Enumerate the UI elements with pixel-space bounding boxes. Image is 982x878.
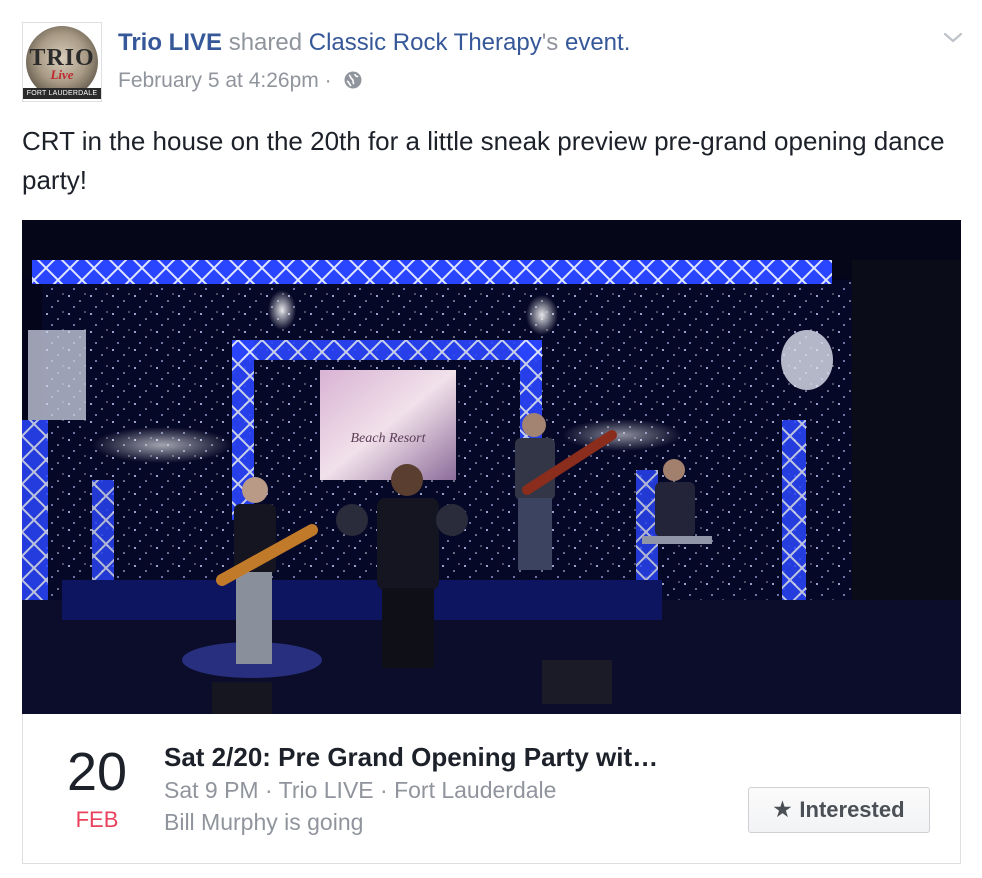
chevron-down-icon[interactable]	[940, 26, 966, 48]
globe-icon[interactable]	[343, 70, 363, 90]
event-date-day: 20	[66, 742, 128, 802]
page-avatar[interactable]: TRIO Live FORT LAUDERDALE	[22, 22, 102, 102]
author-link[interactable]: Trio LIVE	[118, 29, 222, 56]
post-text: CRT in the house on the 20th for a littl…	[22, 126, 945, 195]
event-details: Sat 9 PM · Trio LIVE · Fort Lauderdale	[164, 777, 557, 803]
shared-event-link[interactable]: event.	[565, 29, 630, 56]
post-header: Trio LIVE shared Classic Rock Therapy's …	[118, 28, 630, 58]
shared-page-link[interactable]: Classic Rock Therapy	[309, 29, 542, 56]
meta-separator: ·	[324, 69, 332, 92]
share-action-text: shared	[228, 29, 303, 56]
post-timestamp[interactable]: February 5 at 4:26pm	[118, 69, 319, 92]
event-cover-photo[interactable]: Beach Resort	[22, 220, 961, 714]
star-icon: ★	[773, 799, 792, 821]
event-going-text: Bill Murphy is going	[164, 809, 364, 835]
post-meta: February 5 at 4:26pm ·	[118, 67, 363, 95]
event-title-link[interactable]: Sat 2/20: Pre Grand Opening Party wit…	[164, 740, 658, 774]
interested-button-label: Interested	[799, 797, 905, 822]
possessive-text: 's	[541, 29, 559, 56]
event-date-month: FEB	[75, 807, 119, 832]
svg-text:Beach Resort: Beach Resort	[350, 431, 426, 446]
interested-button[interactable]: ★ Interested	[748, 787, 930, 833]
avatar-logo-city: FORT LAUDERDALE	[23, 88, 101, 99]
avatar-logo-sub: Live	[50, 67, 74, 82]
